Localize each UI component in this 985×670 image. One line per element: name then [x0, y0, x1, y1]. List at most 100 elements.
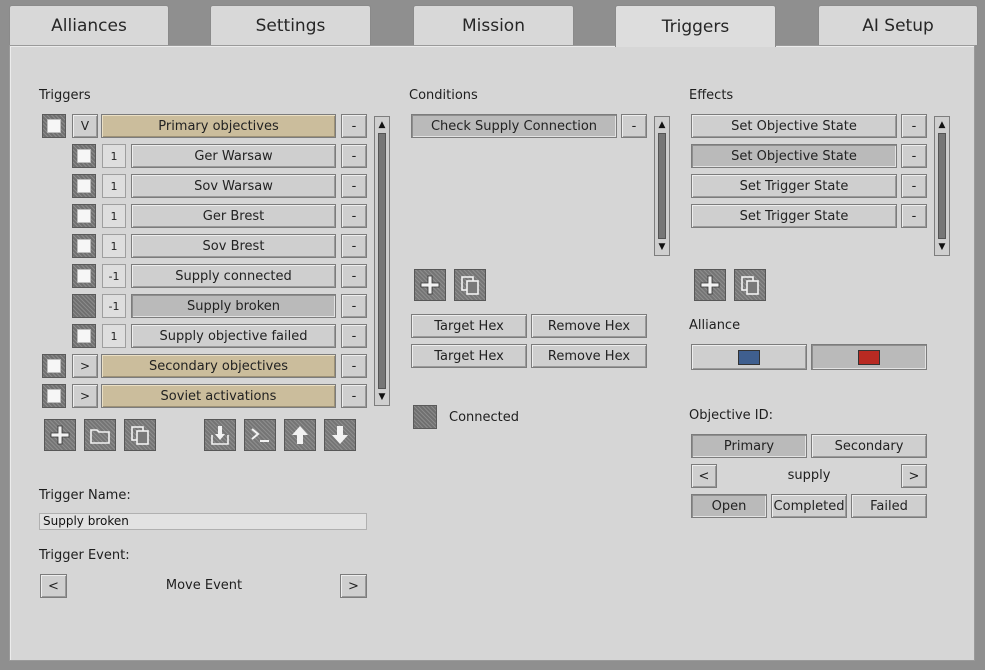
state-completed-button[interactable]: Completed — [771, 494, 847, 518]
target-hex-button-2[interactable]: Target Hex — [411, 344, 527, 368]
scroll-track[interactable] — [658, 133, 666, 239]
scroll-down-icon[interactable]: ▼ — [655, 240, 669, 254]
trigger-list-scrollbar[interactable]: ▲ ▼ — [374, 116, 390, 406]
group-toggle-button[interactable]: > — [72, 384, 98, 408]
move-down-button[interactable] — [324, 419, 356, 451]
trigger-remove-button[interactable]: - — [341, 234, 367, 258]
objective-next-button[interactable]: > — [901, 464, 927, 488]
alliance-red-button[interactable] — [811, 344, 927, 370]
scroll-up-icon[interactable]: ▲ — [375, 118, 389, 132]
copy-icon — [741, 276, 759, 295]
trigger-remove-button[interactable]: - — [341, 174, 367, 198]
trigger-count: 1 — [102, 234, 126, 258]
trigger-enabled-checkbox[interactable] — [72, 234, 96, 258]
effect-item[interactable]: Set Objective State — [691, 114, 897, 138]
trigger-item[interactable]: Supply broken — [131, 294, 336, 318]
tab-triggers[interactable]: Triggers — [615, 5, 776, 47]
tab-alliances[interactable]: Alliances — [9, 5, 169, 45]
effect-item[interactable]: Set Trigger State — [691, 204, 897, 228]
effect-item[interactable]: Set Objective State — [691, 144, 897, 168]
effects-heading: Effects — [689, 88, 734, 103]
add-folder-button[interactable] — [84, 419, 116, 451]
trigger-enabled-checkbox[interactable] — [72, 174, 96, 198]
event-prev-button[interactable]: < — [40, 574, 67, 598]
trigger-group-item[interactable]: Soviet activations — [101, 384, 336, 408]
effects-scrollbar[interactable]: ▲ ▼ — [934, 116, 950, 256]
state-failed-button[interactable]: Failed — [851, 494, 927, 518]
scroll-track[interactable] — [378, 133, 386, 389]
tab-ai-setup[interactable]: AI Setup — [818, 5, 978, 45]
trigger-enabled-checkbox[interactable] — [42, 114, 66, 138]
trigger-item[interactable]: Supply objective failed — [131, 324, 336, 348]
effect-item[interactable]: Set Trigger State — [691, 174, 897, 198]
trigger-remove-button[interactable]: - — [341, 384, 367, 408]
import-button[interactable] — [204, 419, 236, 451]
condition-remove-button[interactable]: - — [621, 114, 647, 138]
copy-trigger-button[interactable] — [124, 419, 156, 451]
console-button[interactable] — [244, 419, 276, 451]
alliance-label: Alliance — [689, 318, 741, 333]
group-toggle-button[interactable]: > — [72, 354, 98, 378]
alliance-red-swatch — [858, 349, 880, 365]
trigger-enabled-checkbox[interactable] — [72, 324, 96, 348]
objective-prev-button[interactable]: < — [691, 464, 717, 488]
trigger-enabled-checkbox[interactable] — [42, 384, 66, 408]
scroll-up-icon[interactable]: ▲ — [935, 118, 949, 132]
trigger-enabled-checkbox[interactable] — [72, 264, 96, 288]
trigger-item[interactable]: Supply connected — [131, 264, 336, 288]
trigger-remove-button[interactable]: - — [341, 354, 367, 378]
trigger-remove-button[interactable]: - — [341, 294, 367, 318]
group-toggle-button[interactable]: V — [72, 114, 98, 138]
effect-remove-button[interactable]: - — [901, 144, 927, 168]
event-next-button[interactable]: > — [340, 574, 367, 598]
remove-hex-button-2[interactable]: Remove Hex — [531, 344, 647, 368]
alliance-blue-swatch — [738, 349, 760, 365]
primary-button[interactable]: Primary — [691, 434, 807, 458]
scroll-track[interactable] — [938, 133, 946, 239]
remove-hex-button[interactable]: Remove Hex — [531, 314, 647, 338]
trigger-enabled-checkbox[interactable] — [72, 294, 96, 318]
trigger-group-item[interactable]: Secondary objectives — [101, 354, 336, 378]
objective-id-value: supply — [787, 468, 831, 483]
effect-remove-button[interactable]: - — [901, 174, 927, 198]
trigger-count: 1 — [102, 204, 126, 228]
copy-condition-button[interactable] — [454, 269, 486, 301]
effect-remove-button[interactable]: - — [901, 204, 927, 228]
conditions-scrollbar[interactable]: ▲ ▼ — [654, 116, 670, 256]
trigger-enabled-checkbox[interactable] — [72, 204, 96, 228]
trigger-remove-button[interactable]: - — [341, 324, 367, 348]
condition-item[interactable]: Check Supply Connection — [411, 114, 617, 138]
trigger-remove-button[interactable]: - — [341, 144, 367, 168]
target-hex-button[interactable]: Target Hex — [411, 314, 527, 338]
scroll-down-icon[interactable]: ▼ — [935, 240, 949, 254]
effect-remove-button[interactable]: - — [901, 114, 927, 138]
trigger-count: -1 — [102, 294, 126, 318]
trigger-enabled-checkbox[interactable] — [72, 144, 96, 168]
add-effect-button[interactable] — [694, 269, 726, 301]
trigger-remove-button[interactable]: - — [341, 204, 367, 228]
trigger-item[interactable]: Sov Warsaw — [131, 174, 336, 198]
secondary-button[interactable]: Secondary — [811, 434, 927, 458]
trigger-remove-button[interactable]: - — [341, 114, 367, 138]
trigger-enabled-checkbox[interactable] — [42, 354, 66, 378]
copy-effect-button[interactable] — [734, 269, 766, 301]
trigger-remove-button[interactable]: - — [341, 264, 367, 288]
add-trigger-button[interactable] — [44, 419, 76, 451]
plus-icon — [700, 275, 720, 295]
alliance-blue-button[interactable] — [691, 344, 807, 370]
state-open-button[interactable]: Open — [691, 494, 767, 518]
trigger-count: -1 — [102, 264, 126, 288]
trigger-item[interactable]: Sov Brest — [131, 234, 336, 258]
scroll-down-icon[interactable]: ▼ — [375, 390, 389, 404]
add-condition-button[interactable] — [414, 269, 446, 301]
trigger-item[interactable]: Ger Warsaw — [131, 144, 336, 168]
trigger-item[interactable]: Ger Brest — [131, 204, 336, 228]
triggers-heading: Triggers — [39, 88, 91, 103]
trigger-group-item[interactable]: Primary objectives — [101, 114, 336, 138]
tab-mission[interactable]: Mission — [413, 5, 574, 45]
tab-settings[interactable]: Settings — [210, 5, 371, 45]
trigger-name-field[interactable]: Supply broken — [39, 513, 367, 530]
connected-checkbox[interactable] — [413, 405, 437, 429]
scroll-up-icon[interactable]: ▲ — [655, 118, 669, 132]
move-up-button[interactable] — [284, 419, 316, 451]
